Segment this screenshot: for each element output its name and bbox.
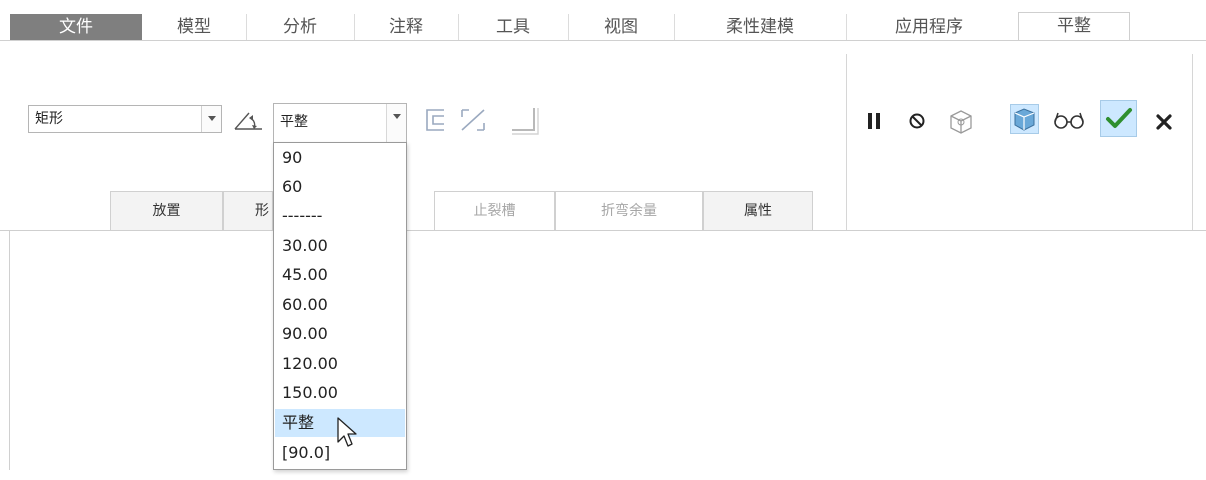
glasses-icon[interactable]: [1052, 108, 1086, 132]
chevron-down-icon[interactable]: [386, 104, 406, 142]
dropdown-option[interactable]: 30.00: [275, 232, 405, 260]
tab-file[interactable]: 文件: [10, 14, 142, 40]
shape-select-value: 矩形: [35, 111, 63, 127]
dropdown-option[interactable]: 90: [275, 144, 405, 172]
cancel-x-icon[interactable]: [1152, 110, 1176, 134]
shape-select[interactable]: 矩形: [28, 105, 222, 133]
preview-icon[interactable]: [946, 106, 976, 136]
dropdown-option[interactable]: 60: [275, 173, 405, 201]
ok-button[interactable]: [1100, 100, 1137, 137]
subtab-bend-allowance[interactable]: 折弯余量: [555, 191, 703, 230]
side-icon[interactable]: [424, 106, 448, 134]
tab-applications[interactable]: 应用程序: [846, 14, 1012, 40]
panel-divider: [1192, 54, 1193, 230]
subtab-shape[interactable]: 形: [223, 191, 273, 230]
ribbon-tab-bar: 文件 模型 分析 注释 工具 视图 柔性建模 应用程序 平整: [0, 0, 1206, 41]
angle-select[interactable]: 平整: [273, 103, 407, 143]
subtab-placement[interactable]: 放置: [110, 191, 223, 230]
dropdown-option[interactable]: 150.00: [275, 379, 405, 407]
show-geometry-button[interactable]: [1010, 104, 1039, 134]
tab-analysis[interactable]: 分析: [246, 14, 354, 40]
mouse-cursor-icon: [337, 417, 357, 447]
dropdown-option[interactable]: 90.00: [275, 320, 405, 348]
subtab-relief[interactable]: 止裂槽: [434, 191, 555, 230]
ok-check-icon: [1106, 108, 1132, 128]
subtab-properties[interactable]: 属性: [703, 191, 813, 230]
tab-annotate[interactable]: 注释: [354, 14, 458, 40]
tab-flexible-modeling[interactable]: 柔性建模: [674, 14, 846, 40]
dropdown-option[interactable]: 60.00: [275, 291, 405, 319]
angle-select-value: 平整: [280, 114, 308, 130]
dropdown-separator: -------: [282, 206, 323, 225]
panel-divider: [846, 54, 847, 230]
show-geometry-icon: [1014, 108, 1035, 131]
tab-tools[interactable]: 工具: [458, 14, 568, 40]
flip-icon[interactable]: [456, 106, 490, 134]
panel-bottom-border: [0, 230, 1206, 231]
graphics-area-edge: [9, 231, 10, 470]
shape-corner-icon[interactable]: [508, 102, 544, 136]
stop-icon[interactable]: [906, 110, 928, 132]
pause-icon[interactable]: [866, 110, 884, 132]
tab-model[interactable]: 模型: [142, 14, 246, 40]
angle-icon: [234, 112, 262, 130]
dropdown-option[interactable]: 120.00: [275, 350, 405, 378]
tab-view[interactable]: 视图: [568, 14, 674, 40]
dropdown-option[interactable]: 45.00: [275, 261, 405, 289]
chevron-down-icon[interactable]: [201, 106, 221, 132]
tab-flat[interactable]: 平整: [1018, 12, 1130, 41]
